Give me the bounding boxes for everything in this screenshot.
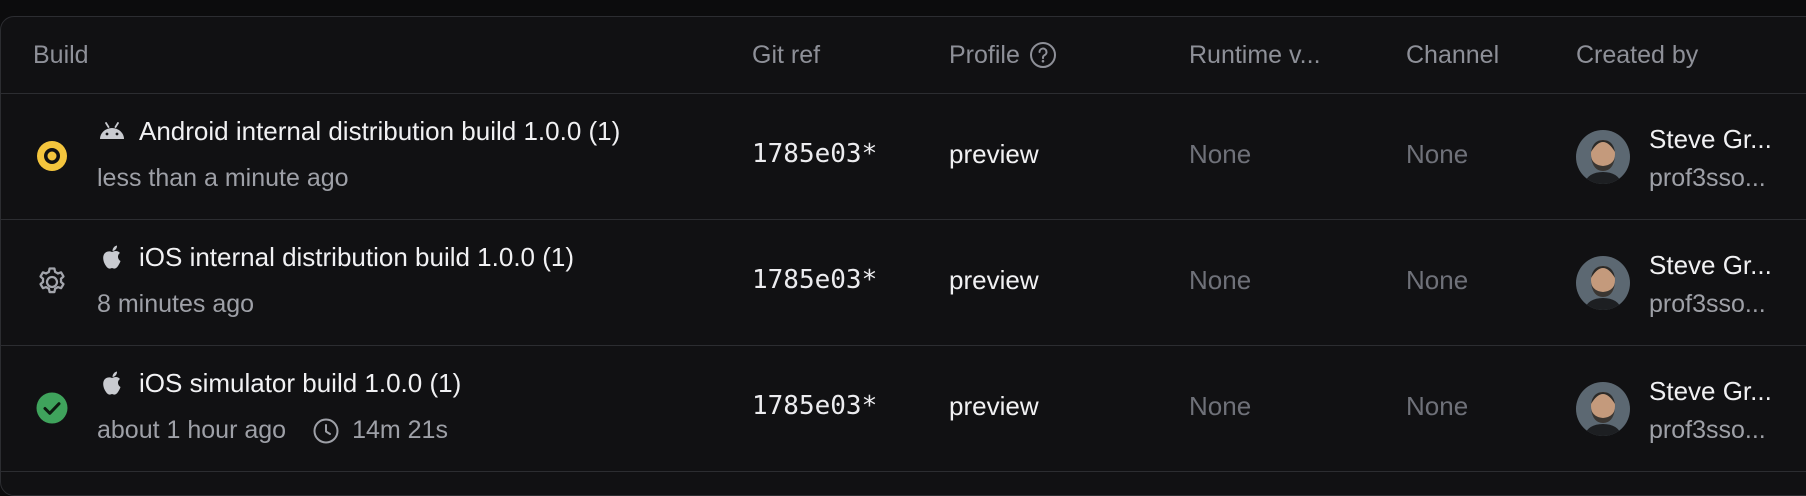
runtime-version-value: None: [1189, 391, 1252, 421]
channel-value: None: [1406, 391, 1469, 421]
builds-table: Build Git ref Profile Runtime v... Chann…: [0, 16, 1806, 496]
column-header-runtime-label: Runtime v...: [1189, 40, 1321, 69]
build-duration: 14m 21s: [352, 416, 448, 444]
apple-icon: [97, 243, 127, 273]
build-timestamp: less than a minute ago: [97, 164, 349, 192]
gear-icon: [35, 265, 69, 299]
avatar[interactable]: [1576, 382, 1630, 436]
column-header-runtime-version[interactable]: Runtime v...: [1189, 17, 1321, 93]
column-header-created-by[interactable]: Created by: [1576, 17, 1698, 93]
profile-value: preview: [949, 265, 1039, 295]
profile-value: preview: [949, 391, 1039, 421]
column-header-build-label: Build: [33, 40, 89, 69]
check-circle-icon: [35, 391, 69, 425]
column-header-git-ref[interactable]: Git ref: [752, 17, 820, 93]
column-header-channel[interactable]: Channel: [1406, 17, 1499, 93]
git-ref-value[interactable]: 1785e03*: [752, 391, 877, 421]
runtime-version-value: None: [1189, 265, 1252, 295]
android-icon: [97, 117, 127, 147]
column-header-git-ref-label: Git ref: [752, 40, 821, 69]
git-ref-value[interactable]: 1785e03*: [752, 139, 877, 169]
channel-value: None: [1406, 139, 1469, 169]
creator-name[interactable]: Steve Gr...: [1649, 376, 1772, 407]
build-timestamp: 8 minutes ago: [97, 290, 255, 318]
table-row[interactable]: iOS simulator build 1.0.0 (1) about 1 ho…: [1, 346, 1806, 472]
creator-name[interactable]: Steve Gr...: [1649, 124, 1772, 155]
in-progress-status-icon: [35, 139, 69, 173]
build-timestamp: about 1 hour ago: [97, 416, 287, 444]
channel-value: None: [1406, 265, 1469, 295]
creator-name[interactable]: Steve Gr...: [1649, 250, 1772, 281]
creator-username: prof3sso...: [1649, 290, 1766, 318]
runtime-version-value: None: [1189, 139, 1252, 169]
apple-icon: [97, 369, 127, 399]
git-ref-value[interactable]: 1785e03*: [752, 265, 877, 295]
column-header-channel-label: Channel: [1406, 40, 1500, 69]
table-header: Build Git ref Profile Runtime v... Chann…: [1, 17, 1806, 94]
column-header-build[interactable]: Build: [33, 17, 89, 93]
creator-username: prof3sso...: [1649, 416, 1766, 444]
build-title-link[interactable]: iOS internal distribution build 1.0.0 (1…: [139, 242, 574, 273]
column-header-profile[interactable]: Profile: [949, 17, 1057, 93]
table-row[interactable]: Android internal distribution build 1.0.…: [1, 94, 1806, 220]
build-title-link[interactable]: iOS simulator build 1.0.0 (1): [139, 368, 461, 399]
creator-username: prof3sso...: [1649, 164, 1766, 192]
table-row[interactable]: iOS internal distribution build 1.0.0 (1…: [1, 220, 1806, 346]
profile-value: preview: [949, 139, 1039, 169]
build-title-link[interactable]: Android internal distribution build 1.0.…: [139, 116, 620, 147]
avatar[interactable]: [1576, 256, 1630, 310]
avatar[interactable]: [1576, 130, 1630, 184]
column-header-created-by-label: Created by: [1576, 40, 1699, 69]
help-circle-icon[interactable]: [1029, 41, 1057, 69]
clock-icon: [312, 417, 340, 445]
column-header-profile-label: Profile: [949, 40, 1020, 69]
